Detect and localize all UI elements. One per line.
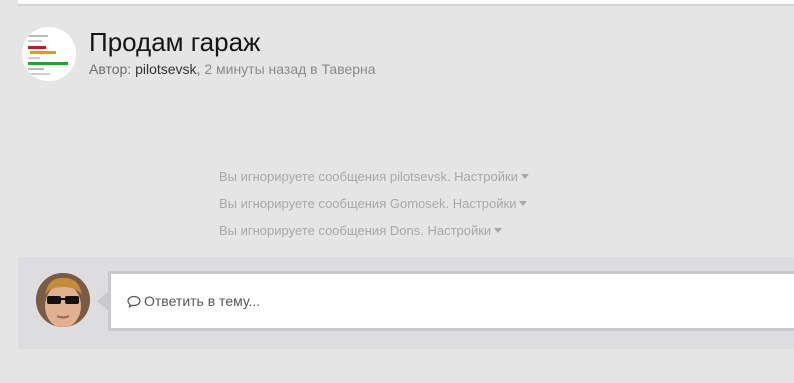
- topic-title: Продам гараж: [89, 27, 261, 57]
- author-prefix: Автор:: [89, 61, 136, 77]
- user-avatar[interactable]: [36, 273, 90, 327]
- ignore-settings-button[interactable]: Настройки: [454, 169, 529, 184]
- settings-label: Настройки: [427, 223, 492, 238]
- topic-meta: Автор: pilotsevsk, 2 минуты назад в Таве…: [89, 61, 376, 77]
- reply-area: Ответить в тему...: [18, 257, 794, 349]
- ignored-prefix: Вы игнорируете сообщения: [219, 223, 387, 238]
- ignored-prefix: Вы игнорируете сообщения: [219, 169, 387, 184]
- caret-down-icon: [494, 228, 503, 234]
- meta-in-label: в: [306, 61, 322, 77]
- ignored-post-notice: Вы игнорируете сообщения pilotsevsk. Нас…: [219, 168, 529, 195]
- author-avatar[interactable]: [22, 27, 76, 81]
- reply-input[interactable]: Ответить в тему...: [108, 271, 794, 331]
- caret-down-icon: [519, 201, 528, 207]
- ignored-posts-list: Вы игнорируете сообщения pilotsevsk. Нас…: [219, 168, 529, 249]
- reply-placeholder-text: Ответить в тему...: [144, 293, 261, 309]
- ignored-user: Dons: [389, 223, 421, 238]
- author-avatar-image: [22, 27, 76, 81]
- ignored-post-notice: Вы игнорируете сообщения Dons. Настройки: [219, 222, 529, 249]
- author-link[interactable]: pilotsevsk: [135, 61, 196, 77]
- settings-label: Настройки: [452, 196, 517, 211]
- caret-down-icon: [520, 174, 529, 180]
- settings-label: Настройки: [454, 169, 518, 184]
- ignored-post-notice: Вы игнорируете сообщения Gomosek. Настро…: [219, 195, 529, 222]
- ignored-user: Gomosek: [389, 196, 446, 211]
- top-panel: [18, 0, 794, 6]
- ignored-prefix: Вы игнорируете сообщения: [219, 196, 387, 211]
- ignore-settings-button[interactable]: Настройки: [453, 196, 528, 211]
- ignore-settings-button[interactable]: Настройки: [427, 223, 503, 238]
- ignored-user: pilotsevsk: [389, 169, 447, 184]
- reply-placeholder: Ответить в тему...: [127, 293, 260, 309]
- post-time[interactable]: 2 минуты назад: [204, 61, 306, 77]
- forum-link[interactable]: Таверна: [322, 61, 376, 77]
- comment-bubble-icon: [127, 295, 141, 308]
- user-avatar-image: [36, 273, 90, 327]
